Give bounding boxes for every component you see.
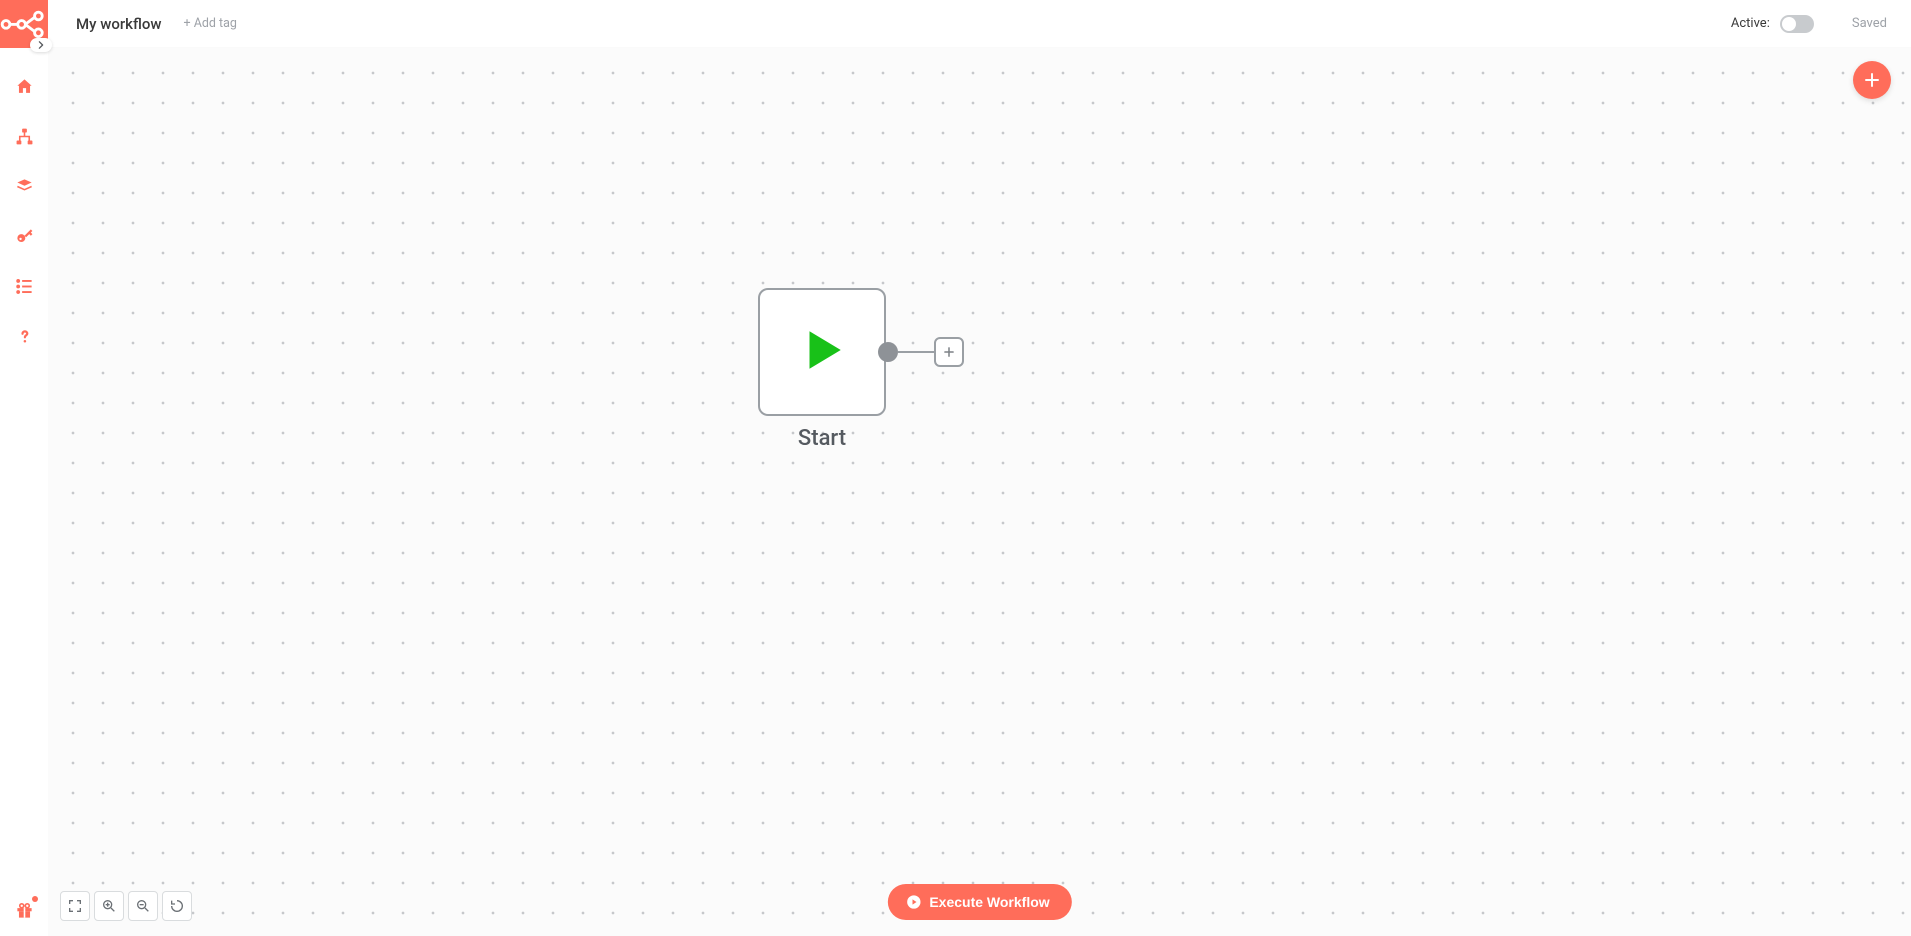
execute-workflow-label: Execute Workflow — [929, 894, 1049, 910]
reset-zoom-button[interactable] — [162, 891, 192, 921]
sidebar-item-updates[interactable] — [12, 898, 36, 922]
topbar: My workflow + Add tag Active: Saved — [48, 0, 1911, 48]
templates-icon — [15, 177, 34, 196]
sidebar-items — [0, 74, 48, 348]
start-node-label: Start — [722, 426, 922, 451]
sidebar-expand-button[interactable] — [30, 38, 52, 52]
zoom-out-icon — [135, 898, 151, 914]
active-label: Active: — [1731, 16, 1770, 31]
notification-dot-icon — [32, 896, 38, 902]
sidebar-item-home[interactable] — [12, 74, 36, 98]
sidebar-item-help[interactable] — [12, 324, 36, 348]
workflows-icon — [15, 127, 34, 146]
n8n-logo-icon — [0, 10, 48, 39]
fit-view-icon — [67, 898, 83, 914]
save-status: Saved — [1852, 16, 1887, 31]
plus-icon — [1863, 71, 1881, 89]
help-icon — [15, 327, 34, 346]
sidebar-item-workflows[interactable] — [12, 124, 36, 148]
add-node-button[interactable] — [1853, 61, 1891, 99]
execute-workflow-button[interactable]: Execute Workflow — [887, 884, 1071, 920]
connection-line — [898, 351, 938, 353]
executions-icon — [15, 277, 34, 296]
zoom-out-button[interactable] — [128, 891, 158, 921]
plus-icon — [942, 345, 956, 359]
play-icon — [797, 325, 847, 379]
gift-icon — [15, 901, 34, 920]
start-node-output-port[interactable] — [878, 342, 898, 362]
chevron-right-icon — [37, 41, 45, 49]
workflow-title[interactable]: My workflow — [76, 15, 162, 33]
play-circle-icon — [905, 894, 921, 910]
fit-view-button[interactable] — [60, 891, 90, 921]
topbar-right: Active: Saved — [1731, 15, 1887, 33]
sidebar-item-executions[interactable] — [12, 274, 36, 298]
zoom-controls — [60, 891, 192, 921]
active-toggle[interactable] — [1780, 15, 1814, 33]
workflow-canvas[interactable]: Start — [48, 48, 1911, 936]
add-connected-node-button[interactable] — [934, 337, 964, 367]
zoom-in-icon — [101, 898, 117, 914]
start-node[interactable] — [758, 288, 886, 416]
add-tag-button[interactable]: + Add tag — [184, 16, 237, 31]
app-logo[interactable] — [0, 0, 48, 48]
sidebar-item-credentials[interactable] — [12, 224, 36, 248]
sidebar-item-templates[interactable] — [12, 174, 36, 198]
credentials-icon — [15, 227, 34, 246]
home-icon — [15, 77, 34, 96]
sidebar — [0, 0, 48, 936]
reset-zoom-icon — [169, 898, 185, 914]
zoom-in-button[interactable] — [94, 891, 124, 921]
